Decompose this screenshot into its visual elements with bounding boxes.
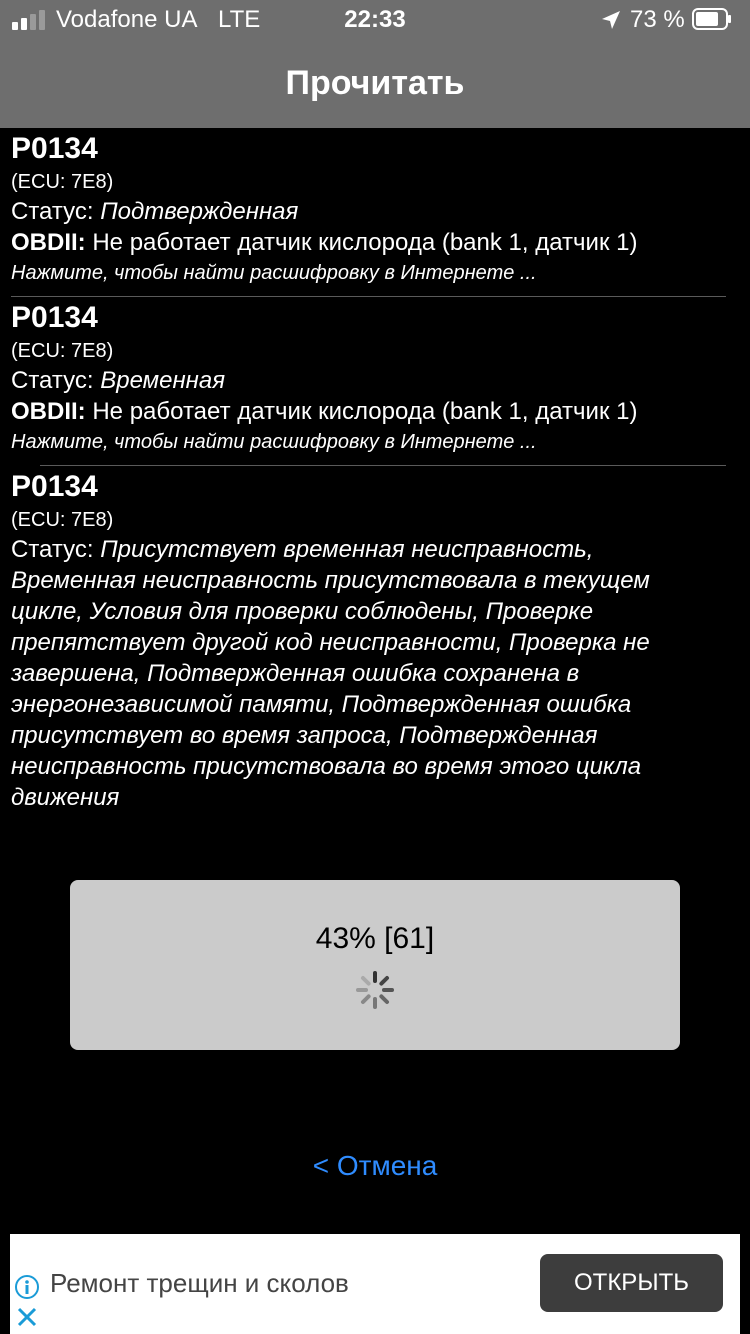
dtc-ecu: (ECU: 7E8)	[11, 171, 114, 193]
search-online-hint[interactable]: Нажмите, чтобы найти расшифровку в Интер…	[11, 258, 750, 296]
open-button[interactable]: ОТКРЫТЬ	[540, 1254, 723, 1312]
progress-dialog: 43% [61]	[70, 880, 680, 1050]
search-online-hint[interactable]: Нажмите, чтобы найти расшифровку в Интер…	[11, 427, 750, 465]
status-value: Присутствует временная неисправность, Вр…	[11, 536, 650, 811]
obd-text: Не работает датчик кислорода (bank 1, да…	[92, 398, 638, 425]
dtc-code: P0134	[11, 470, 98, 503]
status-label: Статус:	[11, 198, 94, 225]
location-arrow-icon	[602, 11, 620, 29]
ad-banner[interactable]: Ремонт трещин и сколов ОТКРЫТЬ	[10, 1234, 740, 1334]
dtc-list: P0134 (ECU: 7E8) Статус: Подтвержденная …	[0, 128, 750, 813]
ad-text: Ремонт трещин и сколов	[50, 1268, 349, 1298]
cancel-button[interactable]: < Отмена	[0, 1150, 750, 1182]
dtc-status: Статус: Подтвержденная	[11, 196, 750, 227]
obd-label: OBDII:	[11, 229, 86, 256]
dtc-description: OBDII: Не работает датчик кислорода (ban…	[11, 227, 750, 258]
dtc-status: Статус: Присутствует временная неисправн…	[11, 534, 710, 813]
dtc-ecu: (ECU: 7E8)	[11, 340, 114, 362]
battery-icon	[692, 8, 731, 30]
status-value: Временная	[100, 367, 226, 394]
dtc-code: P0134	[11, 132, 98, 165]
status-label: Статус:	[11, 367, 94, 394]
dtc-description: OBDII: Не работает датчик кислорода (ban…	[11, 396, 750, 427]
status-bar: Vodafone UA LTE 22:33 73 %	[0, 0, 750, 40]
obd-text: Не работает датчик кислорода (bank 1, да…	[92, 229, 638, 256]
battery-percent: 73 %	[630, 6, 685, 33]
progress-text: 43% [61]	[315, 922, 435, 955]
dtc-code: P0134	[11, 301, 98, 334]
dtc-item[interactable]: P0134 (ECU: 7E8) Статус: Подтвержденная …	[0, 128, 750, 296]
spinner-icon	[356, 971, 394, 1009]
page-title: Прочитать	[285, 64, 465, 102]
status-value: Подтвержденная	[100, 198, 299, 225]
status-label: Статус:	[11, 536, 94, 563]
dtc-ecu: (ECU: 7E8)	[11, 509, 114, 531]
top-bar: Vodafone UA LTE 22:33 73 % Прочитать	[0, 0, 750, 128]
info-icon[interactable]	[14, 1274, 40, 1300]
obd-label: OBDII:	[11, 398, 86, 425]
close-icon[interactable]	[16, 1306, 38, 1328]
dtc-status: Статус: Временная	[11, 365, 750, 396]
dtc-item[interactable]: P0134 (ECU: 7E8) Статус: Временная OBDII…	[0, 297, 750, 465]
dtc-item[interactable]: P0134 (ECU: 7E8) Статус: Присутствует вр…	[0, 466, 750, 813]
